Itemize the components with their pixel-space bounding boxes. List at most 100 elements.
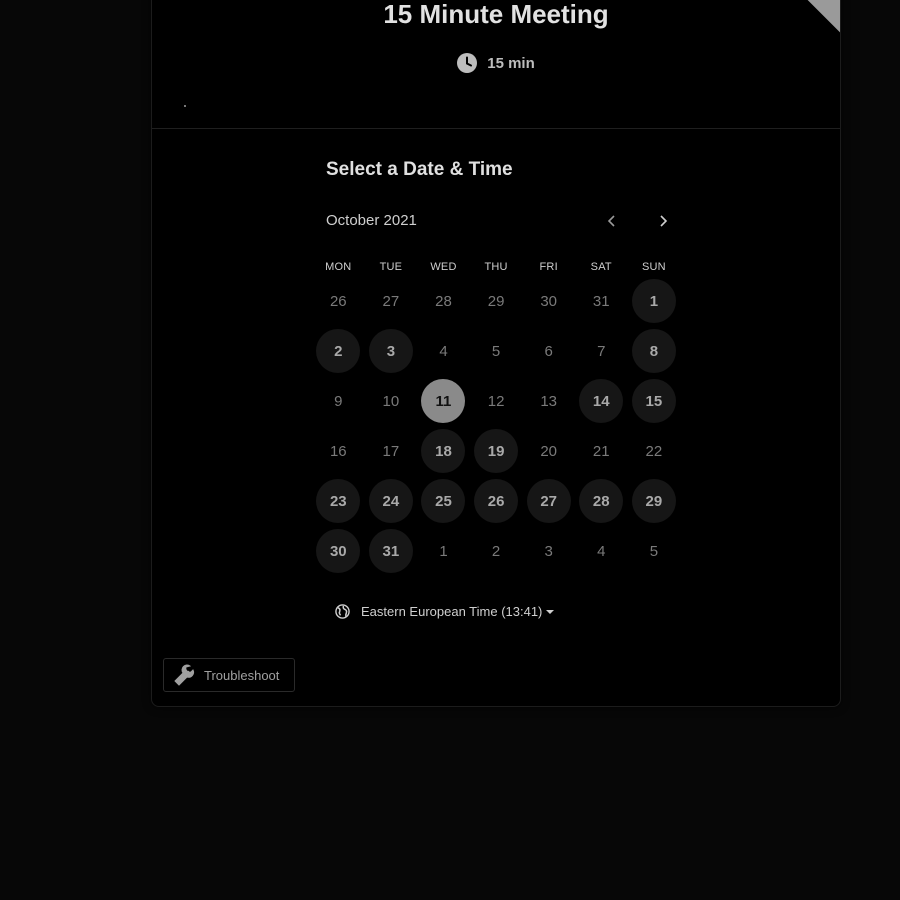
- calendar-day-cell: 2: [470, 526, 523, 576]
- calendar-day: 1: [439, 542, 448, 560]
- weekday-wed: WED: [430, 261, 457, 273]
- available-day-button[interactable]: 30: [316, 529, 361, 573]
- calendar-day-cell: 28: [575, 476, 628, 526]
- duration-label: 15 min: [487, 54, 535, 72]
- weekday-sun: SUN: [641, 261, 666, 273]
- calendar-day-cell: 12: [470, 376, 523, 426]
- calendar-day-cell: 31: [365, 526, 418, 576]
- weekday-thu: THU: [484, 261, 508, 273]
- calendar-day: 4: [439, 342, 448, 360]
- weekday-sat: SAT: [590, 261, 612, 273]
- globe-icon: [335, 604, 350, 619]
- available-day-button[interactable]: 18: [421, 429, 466, 473]
- month-label: October 2021: [326, 212, 417, 229]
- available-day-button[interactable]: 8: [631, 329, 676, 373]
- booking-card: N 15 Minute Meeting 15 min Select a Date…: [151, 0, 841, 707]
- weekday-tue: TUE: [379, 261, 403, 273]
- event-header: 15 Minute Meeting 15 min: [152, 0, 840, 129]
- calendar-day-cell: 9: [312, 376, 365, 426]
- next-month-button[interactable]: [652, 210, 674, 232]
- calendar-day-cell: 16: [312, 426, 365, 476]
- available-day-button[interactable]: 24: [368, 479, 413, 523]
- available-day-button[interactable]: 3: [368, 329, 413, 373]
- calendar-day-cell: 26: [470, 476, 523, 526]
- calendar-day-cell: 3: [365, 326, 418, 376]
- selected-day-button[interactable]: 11: [421, 379, 466, 423]
- calendar-day: 10: [382, 392, 400, 410]
- calendar-day-cell: 5: [628, 526, 681, 576]
- weekday-mon: MON: [325, 261, 352, 273]
- timezone-selector[interactable]: Eastern European Time (13:41): [335, 604, 555, 619]
- weekday-fri: FRI: [539, 261, 558, 273]
- weekday-header: MON TUE WED THU FRI SAT SUN: [312, 261, 682, 273]
- calendar-day: 20: [540, 442, 558, 460]
- calendar-day: 2: [491, 542, 501, 560]
- available-day-button[interactable]: 27: [526, 479, 571, 523]
- calendar-day-cell: 18: [417, 426, 470, 476]
- calendar-day-cell: 4: [575, 526, 628, 576]
- chevron-left-icon: [607, 215, 615, 227]
- available-day-button[interactable]: 14: [579, 379, 624, 423]
- calendar-days-grid: 26 27 28 29 30 31 1 2 3 4 5 6 7 8 9 10 11 12 13 14 15 16 17 18 1…: [312, 276, 682, 576]
- calendar-day: 12: [487, 392, 505, 410]
- calendar-day: 30: [540, 292, 558, 310]
- available-day-button[interactable]: 29: [631, 479, 676, 523]
- calendar-day-cell: 2: [312, 326, 365, 376]
- available-day-button[interactable]: 26: [474, 479, 519, 523]
- header-dot: [184, 105, 186, 107]
- calendar-day: 17: [382, 442, 400, 460]
- calendar-day: 29: [487, 292, 505, 310]
- calendar-day-cell: 25: [417, 476, 470, 526]
- calendar-day-cell: 29: [470, 276, 523, 326]
- calendar-day-cell: 3: [522, 526, 575, 576]
- calendar-day: 26: [329, 292, 347, 310]
- calendar-day-cell: 20: [522, 426, 575, 476]
- previous-month-button[interactable]: [601, 210, 623, 232]
- calendar-day-cell: 22: [628, 426, 681, 476]
- chevron-right-icon: [660, 215, 668, 227]
- calendar-day: 16: [329, 442, 347, 460]
- calendar-day-cell: 13: [522, 376, 575, 426]
- event-title: 15 Minute Meeting: [383, 0, 609, 29]
- calendar-day-cell: 29: [628, 476, 681, 526]
- calendar-day-cell: 30: [312, 526, 365, 576]
- event-duration: 15 min: [152, 53, 840, 73]
- calendar-day: 13: [540, 392, 558, 410]
- calendar-day: 22: [645, 442, 663, 460]
- calendar-day-cell: 23: [312, 476, 365, 526]
- available-day-button[interactable]: 19: [474, 429, 519, 473]
- calendar-day-cell: 31: [575, 276, 628, 326]
- calendar-day-cell: 4: [417, 326, 470, 376]
- calendar-day-cell: 27: [365, 276, 418, 326]
- timezone-label: Eastern European Time (13:41): [361, 604, 543, 619]
- calendar-day-cell: 8: [628, 326, 681, 376]
- available-day-button[interactable]: 23: [316, 479, 361, 523]
- available-day-button[interactable]: 25: [421, 479, 466, 523]
- available-day-button[interactable]: 1: [631, 279, 676, 323]
- calendar-day: 31: [592, 292, 610, 310]
- available-day-button[interactable]: 15: [631, 379, 676, 423]
- calendar-day-cell: 6: [522, 326, 575, 376]
- troubleshoot-button[interactable]: Troubleshoot: [163, 658, 295, 692]
- calendar-day: 3: [544, 542, 553, 560]
- available-day-button[interactable]: 28: [579, 479, 624, 523]
- calendar-day-cell: 17: [365, 426, 418, 476]
- select-date-heading: Select a Date & Time: [326, 159, 513, 180]
- wrench-icon: [174, 664, 194, 686]
- troubleshoot-label: Troubleshoot: [204, 667, 280, 683]
- calendar-day-cell: 15: [628, 376, 681, 426]
- calendar-day-cell: 14: [575, 376, 628, 426]
- calendar-day-cell: 21: [575, 426, 628, 476]
- calendar-day-cell: 19: [470, 426, 523, 476]
- calendar-day-cell: 26: [312, 276, 365, 326]
- calendar-day: 27: [382, 292, 400, 310]
- calendar-day-cell: 10: [365, 376, 418, 426]
- calendar-day-cell: 30: [522, 276, 575, 326]
- calendar-day-cell: 5: [470, 326, 523, 376]
- calendar-day: 5: [491, 342, 501, 360]
- calendar-day-cell: 1: [417, 526, 470, 576]
- available-day-button[interactable]: 2: [316, 329, 361, 373]
- calendar-day-cell: 7: [575, 326, 628, 376]
- available-day-button[interactable]: 31: [368, 529, 413, 573]
- calendar-day: 4: [597, 542, 606, 560]
